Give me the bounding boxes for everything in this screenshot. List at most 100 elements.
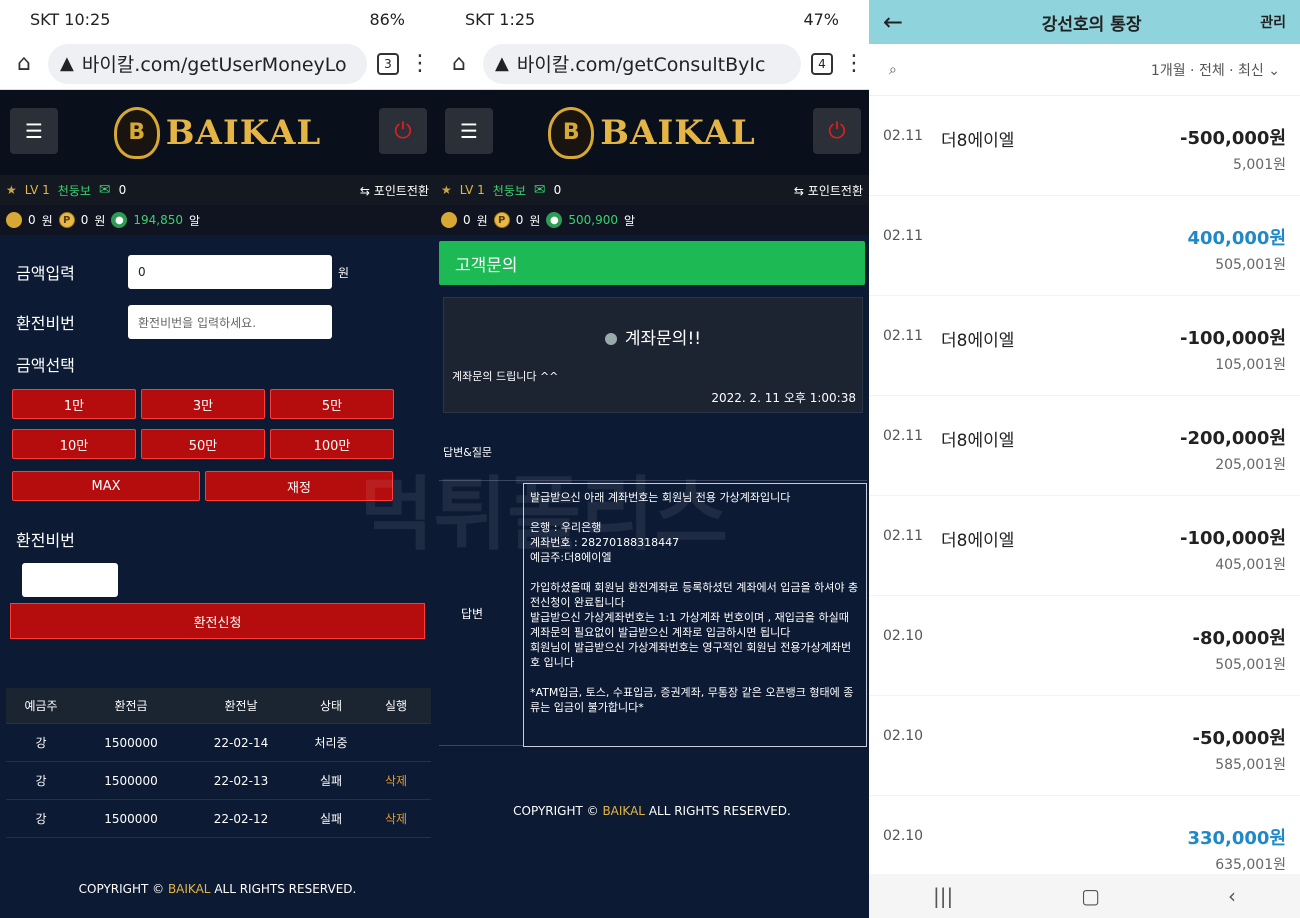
user-grade: 천둥보 bbox=[57, 183, 91, 198]
menu-icon[interactable]: ☰ bbox=[445, 108, 493, 154]
pw-input-2[interactable] bbox=[22, 563, 118, 597]
amount-button[interactable]: 3만 bbox=[141, 389, 265, 419]
tab-count[interactable]: 3 bbox=[377, 52, 399, 75]
select-label: 금액선택 bbox=[16, 356, 75, 375]
transaction-row[interactable]: 02.10 -80,000원 505,001원 bbox=[869, 596, 1300, 696]
warning-icon: ▲ bbox=[60, 53, 74, 74]
recent-apps-icon[interactable]: ||| bbox=[933, 884, 953, 908]
home-button-icon[interactable]: ▢ bbox=[1081, 884, 1100, 908]
mail-icon[interactable]: ✉ bbox=[534, 182, 546, 198]
power-icon[interactable]: ⏻ bbox=[813, 108, 861, 154]
site-content: ☰ B BAIKAL ⏻ ★ LV 1 천둥보 ✉ 0 ⇆ 포인트전환 0원 P0… bbox=[0, 90, 435, 918]
tx-balance: 505,001원 bbox=[1215, 657, 1286, 673]
browser-url-bar: ⌂ ▲ 바이칼.com/getUserMoneyLo 3 ⋮ bbox=[0, 38, 435, 90]
tx-amounts: -200,000원 205,001원 bbox=[1180, 396, 1286, 495]
point-value: 0 bbox=[80, 213, 89, 227]
amount-button[interactable]: 50만 bbox=[141, 429, 265, 459]
max-button[interactable]: MAX bbox=[12, 471, 200, 501]
more-icon[interactable]: ⋮ bbox=[409, 51, 431, 76]
transaction-row[interactable]: 02.11 400,000원 505,001원 bbox=[869, 196, 1300, 296]
cell-status: 처리중 bbox=[314, 736, 348, 750]
cell-name: 강 bbox=[35, 812, 47, 826]
tx-balance: 5,001원 bbox=[1233, 157, 1286, 173]
cell-date: 22-02-12 bbox=[213, 811, 269, 826]
tx-date: 02.10 bbox=[883, 728, 924, 744]
col-header: 환전금 bbox=[114, 699, 148, 713]
logo-text: BAIKAL bbox=[165, 112, 322, 153]
filter-bar: ⌕ 1개월 · 전체 · 최신 ⌄ bbox=[869, 44, 1300, 96]
mail-icon[interactable]: ✉ bbox=[99, 182, 111, 198]
amount-button[interactable]: 10만 bbox=[12, 429, 136, 459]
filter-dropdown[interactable]: 1개월 · 전체 · 최신 ⌄ bbox=[1151, 60, 1280, 80]
cs-title: 고객문의 bbox=[439, 241, 865, 285]
address-field[interactable]: ▲ 바이칼.com/getUserMoneyLo bbox=[48, 43, 367, 84]
carrier: SKT bbox=[30, 9, 60, 29]
chips-unit: 알 bbox=[624, 213, 636, 228]
cell-status: 실패 bbox=[319, 812, 343, 826]
delete-link[interactable]: 삭제 bbox=[366, 810, 426, 827]
won-coin-icon bbox=[441, 212, 457, 228]
chips-value: 500,900 bbox=[568, 213, 618, 227]
transaction-row[interactable]: 02.11 더8에이엘 -100,000원 105,001원 bbox=[869, 296, 1300, 396]
tab-count[interactable]: 4 bbox=[811, 52, 833, 75]
battery: 47% bbox=[803, 9, 839, 29]
account-title: 강선호의 통장 bbox=[1041, 14, 1142, 35]
mail-count: 0 bbox=[118, 183, 127, 197]
more-icon[interactable]: ⋮ bbox=[843, 51, 865, 76]
pw-label-2: 환전비번 bbox=[16, 531, 75, 550]
table-row: 강 1500000 22-02-14 처리중 bbox=[6, 724, 431, 762]
amount-button[interactable]: 1만 bbox=[12, 389, 136, 419]
address-field[interactable]: ▲ 바이칼.com/getConsultByIc bbox=[483, 43, 801, 84]
search-icon[interactable]: ⌕ bbox=[889, 62, 897, 78]
transaction-row[interactable]: 02.11 더8에이엘 -500,000원 5,001원 bbox=[869, 96, 1300, 196]
home-icon[interactable]: ⌂ bbox=[10, 51, 38, 76]
user-level: LV 1 bbox=[24, 183, 50, 197]
manage-button[interactable]: 관리 bbox=[1260, 12, 1286, 32]
status-time: 1:25 bbox=[499, 9, 536, 29]
tx-name: 더8에이엘 bbox=[941, 331, 1015, 351]
point-convert-label: 포인트전환 bbox=[373, 183, 429, 198]
tx-amounts: -80,000원 505,001원 bbox=[1193, 596, 1287, 695]
tx-name bbox=[941, 196, 1187, 295]
won-value: 0 bbox=[28, 213, 36, 227]
user-grade: 천둥보 bbox=[492, 183, 526, 198]
tx-date: 02.11 bbox=[883, 428, 924, 444]
answer-text: 발급받으신 아래 계좌번호는 회원님 전용 가상계좌입니다 은행 : 우리은행 … bbox=[523, 483, 867, 747]
exchange-submit-button[interactable]: 환전신청 bbox=[10, 603, 425, 639]
amount-input[interactable]: 0 bbox=[128, 255, 332, 289]
amount-unit: 원 bbox=[338, 265, 350, 280]
point-convert-button[interactable]: ⇆ 포인트전환 bbox=[794, 182, 863, 199]
exchange-form: 금액입력 0 원 환전비번 환전비번을 입력하세요. 금액선택 bbox=[0, 235, 435, 393]
transaction-row[interactable]: 02.11 더8에이엘 -200,000원 205,001원 bbox=[869, 396, 1300, 496]
copyright-pre: COPYRIGHT © bbox=[78, 882, 165, 896]
point-convert-button[interactable]: ⇆ 포인트전환 bbox=[360, 182, 429, 199]
tx-amounts: 400,000원 505,001원 bbox=[1187, 196, 1286, 295]
tx-amounts: -100,000원 105,001원 bbox=[1180, 296, 1286, 395]
pw-input[interactable]: 환전비번을 입력하세요. bbox=[128, 305, 332, 339]
chip-icon: ● bbox=[111, 212, 128, 228]
copyright: COPYRIGHT © BAIKAL ALL RIGHTS RESERVED. bbox=[435, 804, 869, 818]
transaction-row[interactable]: 02.10 -50,000원 585,001원 bbox=[869, 696, 1300, 796]
status-bar: SKT 1:25 47% bbox=[435, 0, 869, 38]
transaction-list: 02.11 더8에이엘 -500,000원 5,001원 02.11 400,000원 50… bbox=[869, 96, 1300, 896]
user-bar: ★ LV 1 천둥보 ✉ 0 ⇆ 포인트전환 bbox=[0, 175, 435, 205]
amount-button[interactable]: 5만 bbox=[270, 389, 394, 419]
logo-emblem: B bbox=[548, 106, 595, 159]
screenshot-exchange: SKT 10:25 86% ⌂ ▲ 바이칼.com/getUserMoneyLo … bbox=[0, 0, 435, 918]
col-header: 상태 bbox=[319, 699, 343, 713]
reset-button[interactable]: 재정 bbox=[205, 471, 393, 501]
home-icon[interactable]: ⌂ bbox=[445, 51, 473, 76]
status-bar: SKT 10:25 86% bbox=[0, 0, 435, 38]
menu-icon[interactable]: ☰ bbox=[10, 108, 58, 154]
transaction-row[interactable]: 02.11 더8에이엘 -100,000원 405,001원 bbox=[869, 496, 1300, 596]
power-icon[interactable]: ⏻ bbox=[379, 108, 427, 154]
tx-amount: -200,000원 bbox=[1179, 428, 1286, 449]
filter-text: 1개월 · 전체 · 최신 bbox=[1150, 62, 1264, 79]
back-arrow-icon[interactable]: ← bbox=[883, 8, 923, 36]
tx-name: 더8에이엘 bbox=[941, 531, 1015, 551]
delete-link[interactable]: 삭제 bbox=[366, 772, 426, 789]
amount-button[interactable]: 100만 bbox=[270, 429, 394, 459]
back-nav-icon[interactable]: ‹ bbox=[1228, 884, 1236, 908]
cell-date: 22-02-14 bbox=[213, 735, 269, 750]
col-header: 실행 bbox=[384, 699, 408, 713]
